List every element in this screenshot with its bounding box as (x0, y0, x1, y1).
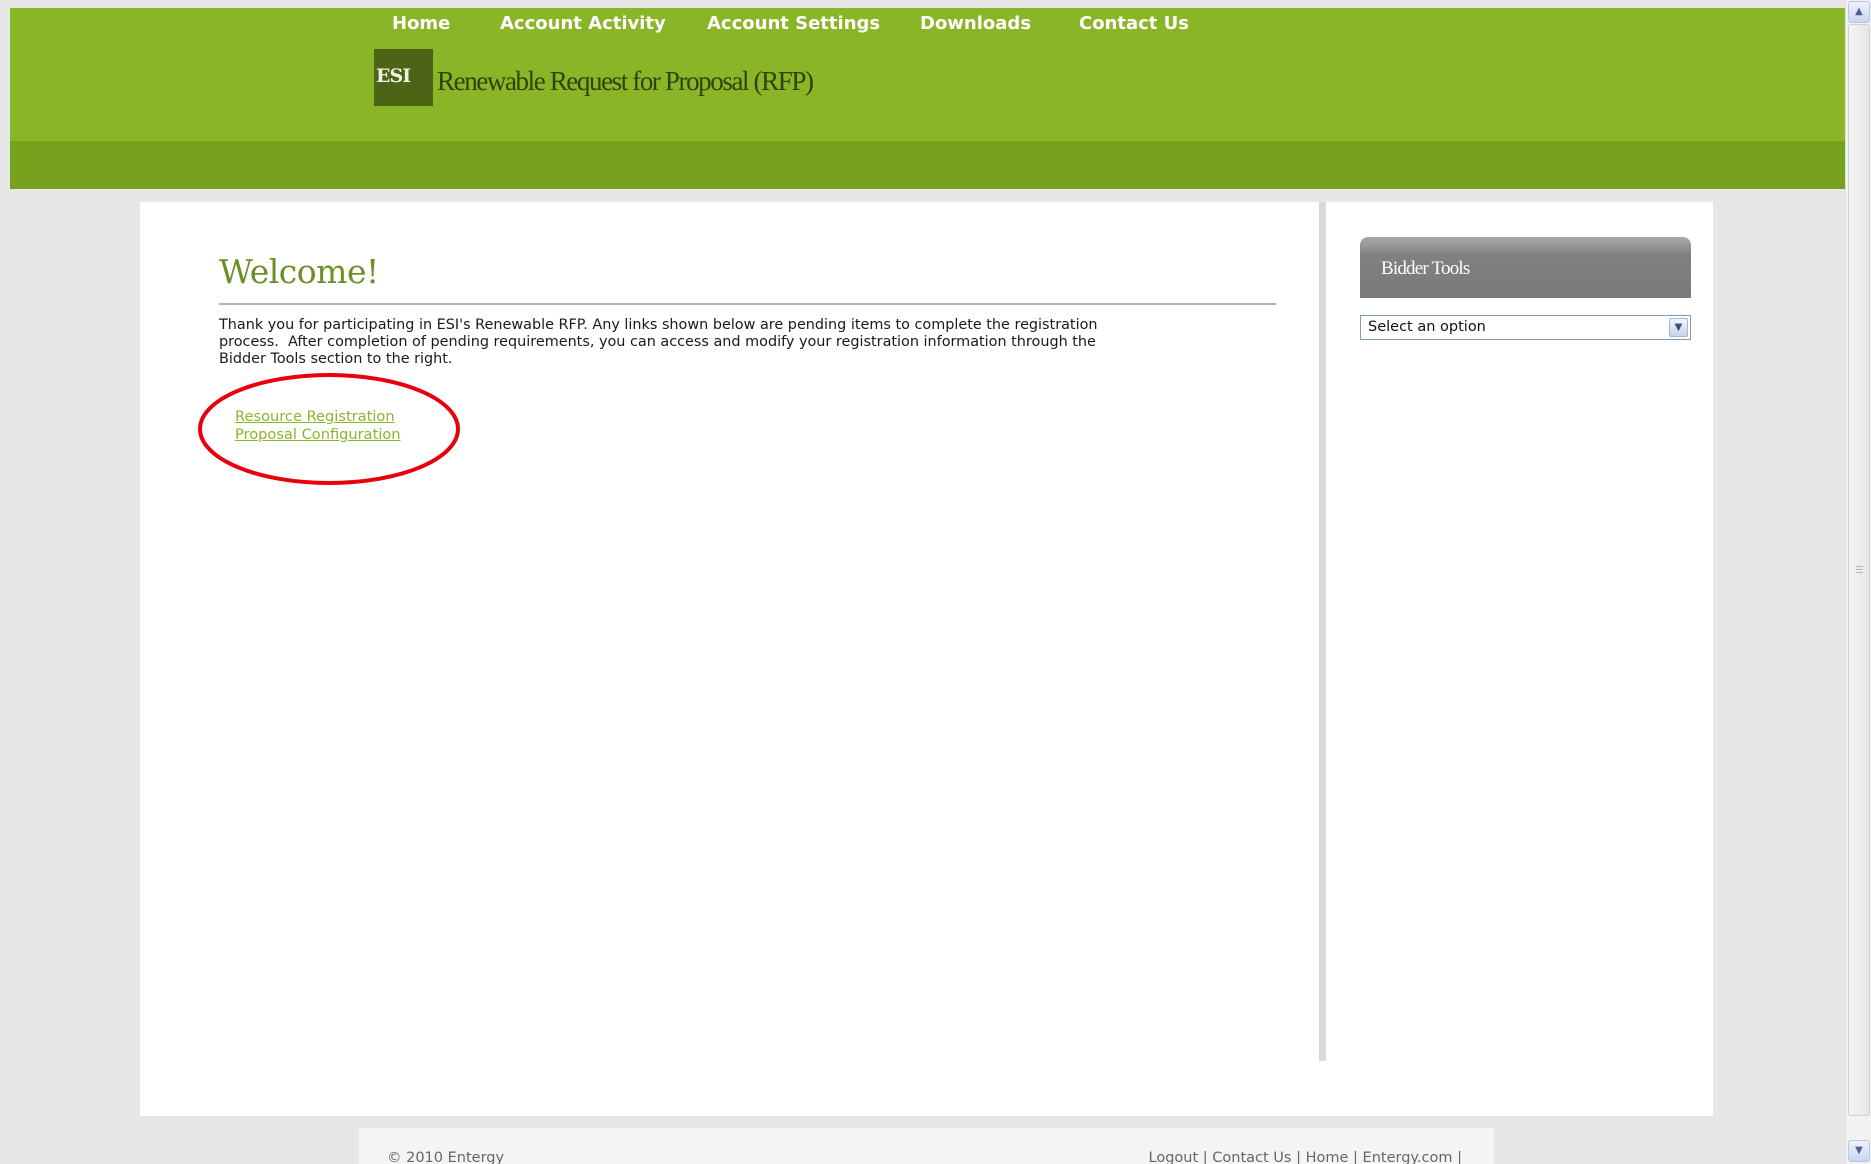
heading-divider (219, 303, 1276, 305)
scrollbar-thumb[interactable] (1848, 24, 1870, 1116)
nav-account-settings[interactable]: Account Settings (707, 13, 880, 34)
highlight-circle-annotation (198, 373, 460, 485)
bidder-tools-select[interactable]: Select an option ▼ (1360, 315, 1691, 340)
intro-line: Thank you for participating in ESI's Ren… (219, 317, 1098, 333)
vertical-scrollbar[interactable]: ▲ ▼ (1845, 0, 1871, 1164)
grip-icon (1856, 566, 1863, 573)
footer-separator: | (1202, 1150, 1208, 1164)
footer-separator: | (1457, 1150, 1462, 1164)
column-divider (1319, 202, 1326, 1061)
nav-downloads[interactable]: Downloads (920, 13, 1031, 34)
chevron-down-icon[interactable]: ▼ (1669, 318, 1688, 337)
footer-separator: | (1296, 1150, 1301, 1164)
browser-viewport: ESI Renewable Request for Proposal (RFP)… (0, 0, 1845, 1164)
bidder-tools-header: Bidder Tools (1360, 237, 1691, 298)
main-nav (10, 141, 1845, 189)
nav-home[interactable]: Home (392, 13, 450, 34)
intro-line: process. After completion of pending req… (219, 334, 1096, 350)
footer-separator: | (1353, 1150, 1358, 1164)
footer: © 2010 Entergy Logout | Contact Us | Hom… (359, 1128, 1494, 1164)
esi-logo[interactable]: ESI (374, 49, 433, 106)
select-value: Select an option (1368, 319, 1486, 335)
scroll-up-icon[interactable]: ▲ (1848, 1, 1870, 23)
footer-link-entergy[interactable]: Entergy.com (1363, 1150, 1453, 1164)
site-title: Renewable Request for Proposal (RFP) (437, 66, 814, 96)
highlight-ellipse (198, 373, 460, 485)
footer-link-logout[interactable]: Logout (1149, 1150, 1199, 1164)
page-title: Welcome! (219, 252, 379, 291)
intro-line: Bidder Tools section to the right. (219, 351, 453, 367)
footer-link-home[interactable]: Home (1306, 1150, 1349, 1164)
copyright-text: © 2010 Entergy (387, 1150, 505, 1164)
bidder-tools-title: Bidder Tools (1381, 258, 1470, 279)
nav-account-activity[interactable]: Account Activity (500, 13, 666, 34)
scroll-down-icon[interactable]: ▼ (1848, 1140, 1870, 1162)
footer-links: Logout | Contact Us | Home | Entergy.com… (1149, 1150, 1462, 1164)
intro-paragraph: Thank you for participating in ESI's Ren… (219, 317, 1269, 368)
nav-contact-us[interactable]: Contact Us (1079, 13, 1189, 34)
footer-link-contact-us[interactable]: Contact Us (1212, 1150, 1291, 1164)
